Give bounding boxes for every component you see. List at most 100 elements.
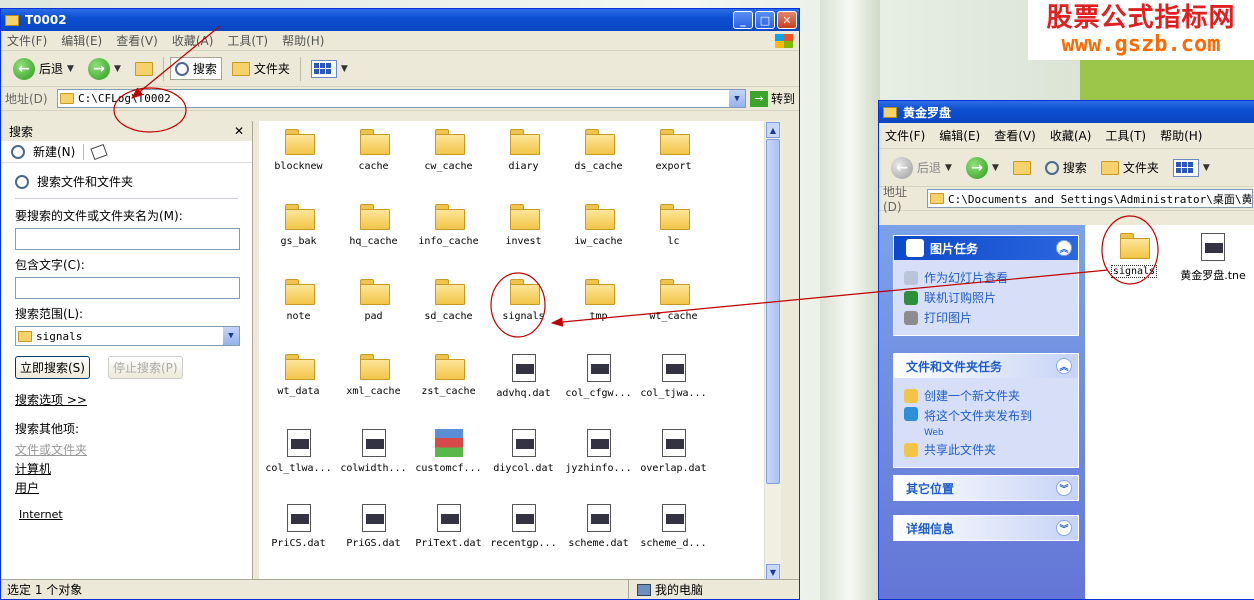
up-button[interactable]	[131, 60, 157, 78]
menu-edit[interactable]: 编辑(E)	[61, 32, 102, 49]
expand-icon[interactable]: ︾	[1056, 480, 1072, 496]
details-header[interactable]: 详细信息 ︾	[894, 516, 1078, 540]
menu-help[interactable]: 帮助(H)	[282, 32, 324, 49]
file-item[interactable]: scheme_d...	[636, 496, 711, 571]
other-computer-link[interactable]: 计算机	[15, 460, 238, 477]
file-item[interactable]: info_cache	[411, 196, 486, 271]
collapse-icon[interactable]: ︽	[1056, 240, 1072, 256]
menu-view[interactable]: 查看(V)	[116, 32, 158, 49]
title-bar[interactable]: 黄金罗盘	[879, 101, 1254, 123]
stop-search-button[interactable]: 停止搜索(P)	[107, 356, 183, 379]
contains-text-input[interactable]	[15, 277, 240, 299]
menu-tools[interactable]: 工具(T)	[1105, 127, 1146, 144]
file-item[interactable]: col_tjwa...	[636, 346, 711, 421]
title-bar[interactable]: T0002 _ □ ✕	[1, 9, 799, 31]
folders-button[interactable]: 文件夹	[228, 58, 294, 79]
file-item[interactable]: iw_cache	[561, 196, 636, 271]
task-publish[interactable]: 将这个文件夹发布到	[924, 409, 1032, 423]
file-item[interactable]: customcf...	[411, 421, 486, 496]
other-users-link[interactable]: 用户	[15, 479, 238, 496]
minimize-button[interactable]: _	[733, 11, 753, 29]
picture-tasks-header[interactable]: 图片任务 ︽	[894, 236, 1078, 260]
chevron-down-icon[interactable]: ▼	[992, 163, 999, 173]
maximize-button[interactable]: □	[755, 11, 775, 29]
menu-file[interactable]: 文件(F)	[885, 127, 925, 144]
file-item[interactable]: zst_cache	[411, 346, 486, 421]
task-publish-web[interactable]: Web	[924, 428, 944, 438]
file-item[interactable]: wt_cache	[636, 271, 711, 346]
chevron-down-icon[interactable]: ▼	[945, 163, 952, 173]
menu-favorites[interactable]: 收藏(A)	[1050, 127, 1092, 144]
task-new-folder[interactable]: 创建一个新文件夹	[924, 387, 1020, 404]
back-button[interactable]: ← 后退 ▼	[887, 155, 956, 181]
file-item[interactable]: diycol.dat	[486, 421, 561, 496]
file-item[interactable]: col_cfgw...	[561, 346, 636, 421]
file-item[interactable]: PriCS.dat	[261, 496, 336, 571]
chevron-down-icon[interactable]: ▼	[114, 64, 121, 74]
file-item[interactable]: note	[261, 271, 336, 346]
file-item[interactable]: xml_cache	[336, 346, 411, 421]
forward-button[interactable]: → ▼	[962, 155, 1003, 181]
collapse-icon[interactable]: ︽	[1056, 358, 1072, 374]
expand-icon[interactable]: ︾	[1056, 520, 1072, 536]
close-button[interactable]: ✕	[777, 11, 797, 29]
menu-tools[interactable]: 工具(T)	[227, 32, 268, 49]
chevron-down-icon[interactable]: ▼	[67, 64, 74, 74]
menu-help[interactable]: 帮助(H)	[1160, 127, 1202, 144]
file-item[interactable]: PriText.dat	[411, 496, 486, 571]
file-item[interactable]: overlap.dat	[636, 421, 711, 496]
scroll-down-arrow[interactable]: ▼	[766, 564, 780, 580]
task-slideshow[interactable]: 作为幻灯片查看	[924, 269, 1008, 286]
go-button[interactable]: → 转到	[749, 90, 795, 107]
scroll-up-arrow[interactable]: ▲	[766, 122, 780, 138]
file-item[interactable]: recentgp...	[486, 496, 561, 571]
edit-icon[interactable]	[90, 143, 108, 160]
search-options-link[interactable]: 搜索选项 >>	[15, 391, 238, 408]
start-search-button[interactable]: 立即搜索(S)	[15, 356, 90, 379]
file-item[interactable]: invest	[486, 196, 561, 271]
explorer-window-golden-compass[interactable]: 黄金罗盘 文件(F) 编辑(E) 查看(V) 收藏(A) 工具(T) 帮助(H)…	[878, 100, 1254, 600]
task-order-photos[interactable]: 联机订购照片	[924, 289, 996, 306]
address-input[interactable]: C:\CFLog\T0002 ▼	[57, 89, 746, 108]
file-item[interactable]: tmp	[561, 271, 636, 346]
file-item-tne[interactable]: 黄金罗盘.tne	[1173, 225, 1253, 283]
file-item[interactable]: gs_bak	[261, 196, 336, 271]
task-share[interactable]: 共享此文件夹	[924, 441, 996, 458]
forward-button[interactable]: → ▼	[84, 56, 125, 82]
close-pane-icon[interactable]: ✕	[234, 124, 244, 138]
up-button[interactable]	[1009, 159, 1035, 177]
explorer-window-t0002[interactable]: T0002 _ □ ✕ 文件(F) 编辑(E) 查看(V) 收藏(A) 工具(T…	[0, 8, 800, 600]
file-item[interactable]: cache	[336, 121, 411, 196]
file-item[interactable]: sd_cache	[411, 271, 486, 346]
scope-select[interactable]: signals ▼	[15, 326, 240, 346]
address-dropdown-button[interactable]: ▼	[728, 90, 745, 107]
file-item[interactable]: col_tlwa...	[261, 421, 336, 496]
file-item[interactable]: hq_cache	[336, 196, 411, 271]
file-item[interactable]: diary	[486, 121, 561, 196]
file-item[interactable]: jyzhinfo...	[561, 421, 636, 496]
other-places-header[interactable]: 其它位置 ︾	[894, 476, 1078, 500]
file-item[interactable]: wt_data	[261, 346, 336, 421]
file-item-signals[interactable]: signals	[1099, 225, 1169, 278]
task-print[interactable]: 打印图片	[924, 309, 972, 326]
file-item[interactable]: ds_cache	[561, 121, 636, 196]
address-input[interactable]: C:\Documents and Settings\Administrator\…	[927, 189, 1253, 208]
file-item[interactable]: export	[636, 121, 711, 196]
search-button[interactable]: 搜索	[169, 57, 222, 80]
file-item[interactable]: PriGS.dat	[336, 496, 411, 571]
views-button[interactable]: ▼	[1169, 157, 1214, 179]
file-item[interactable]: advhq.dat	[486, 346, 561, 421]
file-item[interactable]: lc	[636, 196, 711, 271]
file-tasks-header[interactable]: 文件和文件夹任务 ︽	[894, 354, 1078, 378]
file-item[interactable]: pad	[336, 271, 411, 346]
search-button[interactable]: 搜索	[1041, 157, 1091, 178]
new-search-button[interactable]: 新建(N)	[33, 143, 75, 160]
back-button[interactable]: ← 后退 ▼	[9, 56, 78, 82]
scroll-thumb[interactable]	[766, 139, 780, 484]
menu-favorites[interactable]: 收藏(A)	[172, 32, 214, 49]
views-button[interactable]: ▼	[307, 58, 352, 80]
internet-link[interactable]: Internet	[15, 508, 238, 521]
folders-button[interactable]: 文件夹	[1097, 157, 1163, 178]
file-item[interactable]: colwidth...	[336, 421, 411, 496]
file-item[interactable]: scheme.dat	[561, 496, 636, 571]
